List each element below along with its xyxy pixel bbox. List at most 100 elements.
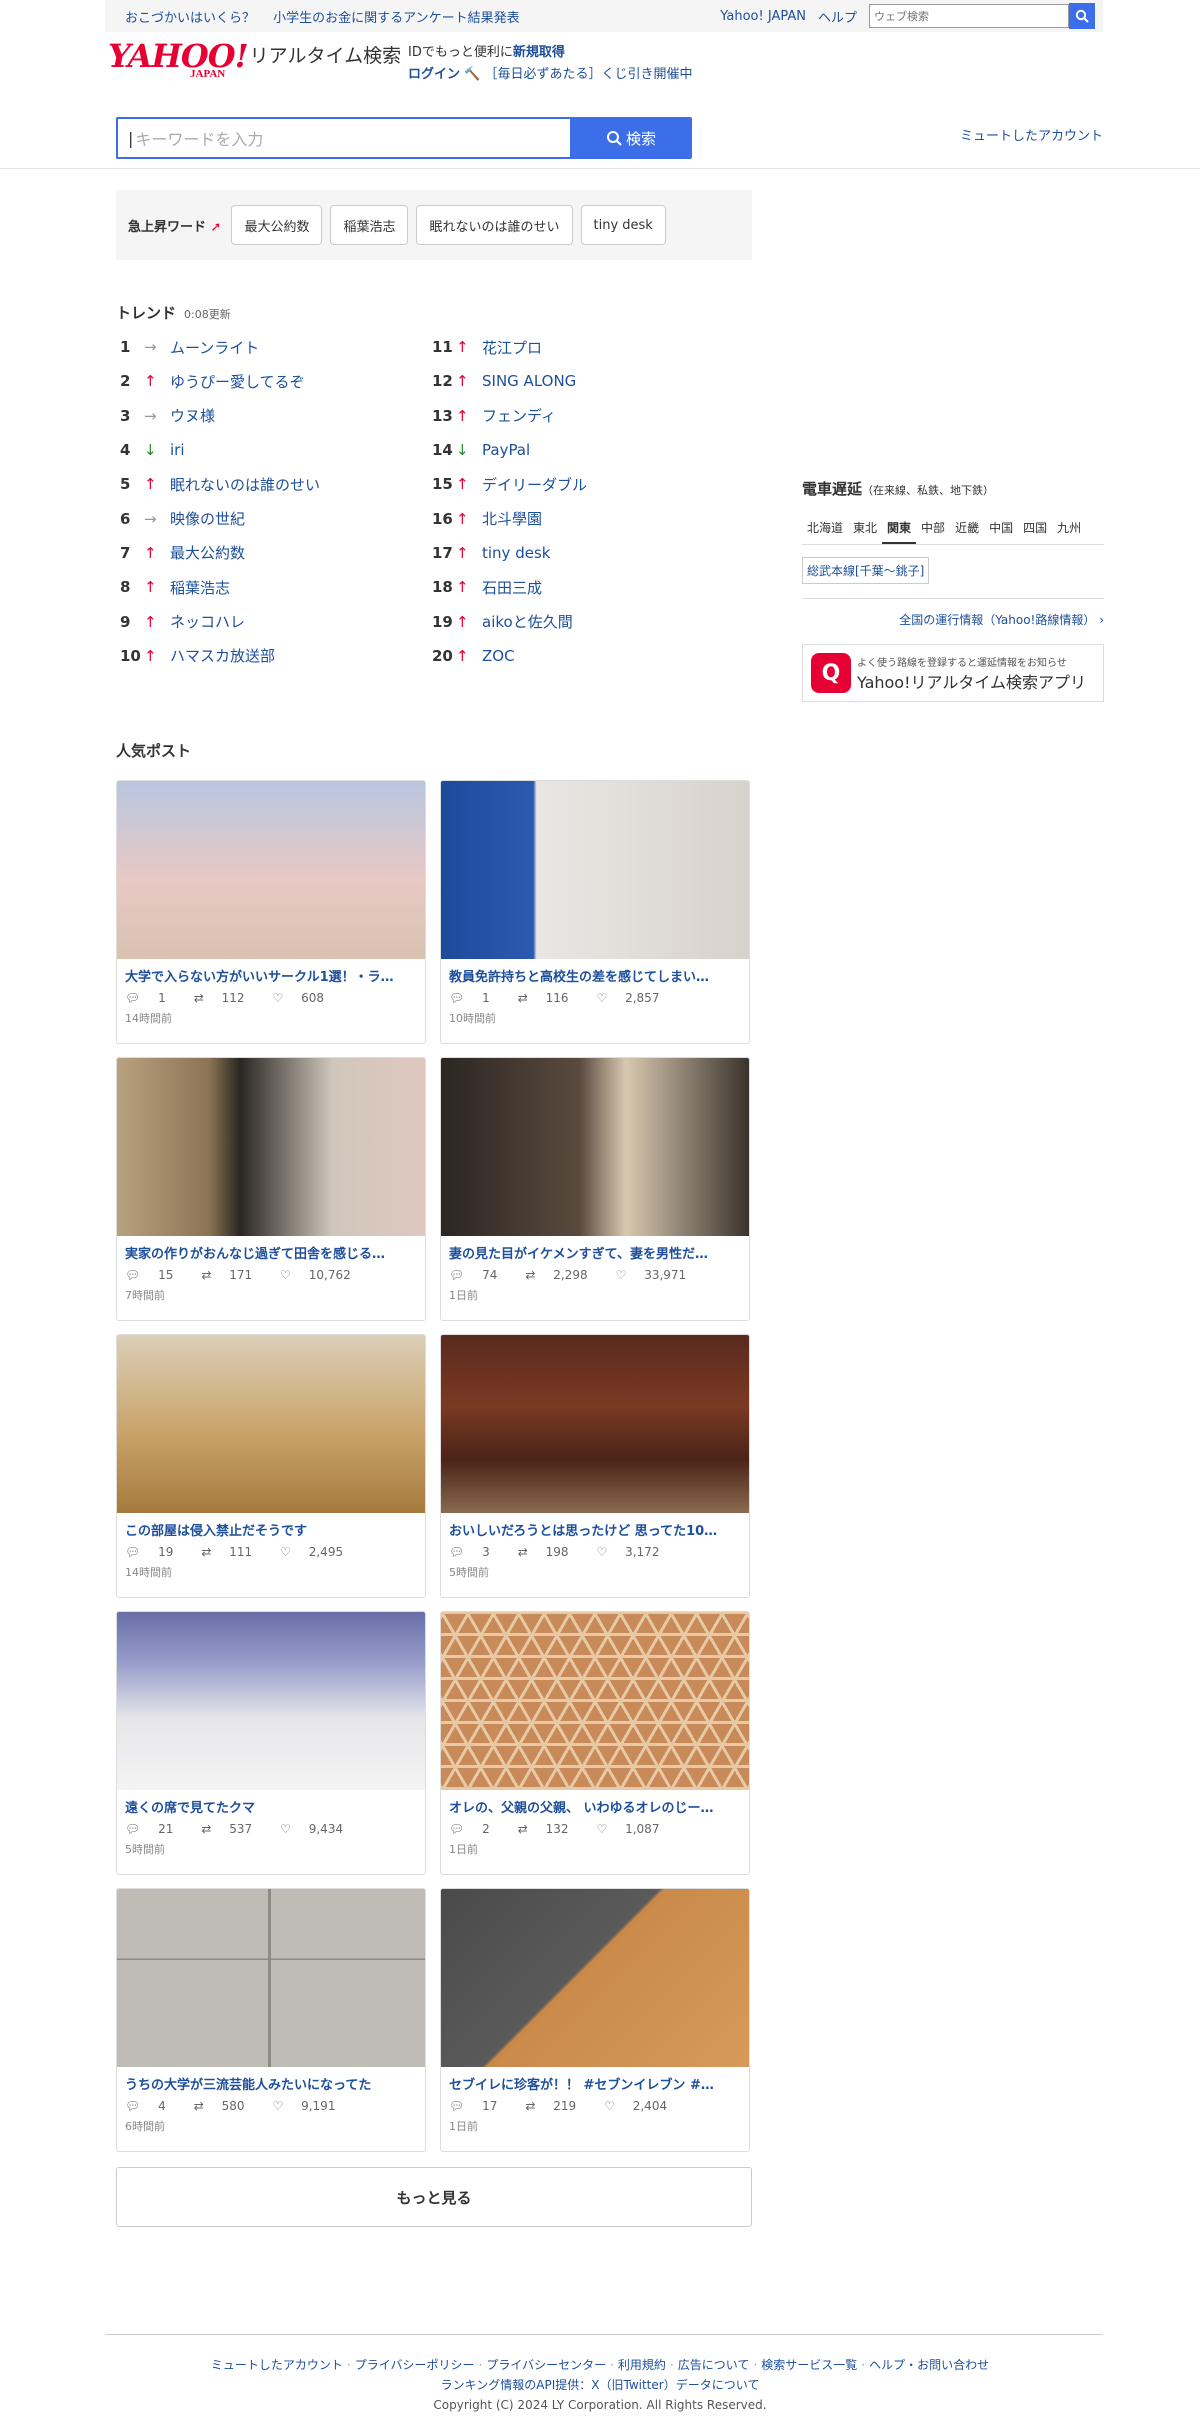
rising-word-chip[interactable]: 眠れないのは誰のせい: [416, 205, 573, 245]
region-tab[interactable]: 四国: [1018, 513, 1052, 544]
trend-item[interactable]: 18 ↑ 石田三成: [432, 570, 732, 604]
promo-link-survey[interactable]: 小学生のお金に関するアンケート結果発表: [273, 11, 519, 26]
post-card[interactable]: セブイレに珍客が！！ #セブンイレブン #… 💬︎ 17 ⇄ 219 ♡ 2,404 1…: [440, 1888, 750, 2152]
group-photo-image[interactable]: [117, 781, 425, 959]
trend-word[interactable]: SING ALONG: [482, 372, 576, 390]
post-title[interactable]: この部屋は侵入禁止だそうです: [125, 1520, 417, 1539]
post-title[interactable]: おいしいだろうとは思ったけど 思ってた10…: [449, 1520, 741, 1539]
signup-link[interactable]: 新規取得: [513, 45, 565, 60]
trend-item[interactable]: 6 → 映像の世紀: [120, 501, 420, 535]
api-info-link[interactable]: ランキング情報のAPI提供：X（旧Twitter）データについて: [441, 2378, 760, 2392]
trend-word[interactable]: tiny desk: [482, 544, 550, 562]
trend-item[interactable]: 16 ↑ 北斗學園: [432, 501, 732, 535]
post-card[interactable]: 大学で入らない方がいいサークル1選！・ラ… 💬︎ 1 ⇄ 112 ♡ 608 14時間前: [116, 780, 426, 1044]
post-title[interactable]: うちの大学が三流芸能人みたいになってた: [125, 2074, 417, 2093]
trend-word[interactable]: 石田三成: [482, 577, 542, 598]
promo-link-allowance[interactable]: おこづかいはいくら？: [125, 11, 255, 26]
post-title[interactable]: 遠くの席で見てたクマ: [125, 1797, 417, 1816]
trend-item[interactable]: 8 ↑ 稲葉浩志: [120, 570, 420, 604]
room-image[interactable]: [117, 1058, 425, 1236]
tiles-image[interactable]: [117, 1889, 425, 2067]
trend-word[interactable]: ウヌ様: [170, 405, 215, 426]
post-card[interactable]: オレの、父親の父親、 いわゆるオレのじー… 💬︎ 2 ⇄ 132 ♡ 1,087 1日前: [440, 1611, 750, 1875]
trend-item[interactable]: 19 ↑ aikoと佐久間: [432, 604, 732, 638]
post-card[interactable]: この部屋は侵入禁止だそうです 💬︎ 19 ⇄ 111 ♡ 2,495 14時間前: [116, 1334, 426, 1598]
search-button[interactable]: 検索: [570, 117, 692, 159]
post-title[interactable]: オレの、父親の父親、 いわゆるオレのじー…: [449, 1797, 741, 1816]
trend-word[interactable]: 北斗學園: [482, 508, 542, 529]
post-title[interactable]: 妻の見た目がイケメンすぎて、妻を男性だ…: [449, 1243, 741, 1262]
trend-item[interactable]: 15 ↑ デイリーダブル: [432, 467, 732, 501]
post-card[interactable]: 教員免許持ちと高校生の差を感じてしまい… 💬︎ 1 ⇄ 116 ♡ 2,857 10時間…: [440, 780, 750, 1044]
region-tab[interactable]: 関東: [882, 513, 917, 544]
footer-link[interactable]: 検索サービス一覧: [761, 2358, 857, 2372]
portrait-image[interactable]: [441, 781, 749, 959]
region-tab[interactable]: 中国: [984, 513, 1018, 544]
trend-item[interactable]: 1 → ムーンライト: [120, 330, 420, 364]
post-card[interactable]: うちの大学が三流芸能人みたいになってた 💬︎ 4 ⇄ 580 ♡ 9,191 6時間前: [116, 1888, 426, 2152]
chocolate-image[interactable]: [441, 1335, 749, 1513]
trend-word[interactable]: iri: [170, 441, 185, 459]
post-card[interactable]: おいしいだろうとは思ったけど 思ってた10… 💬︎ 3 ⇄ 198 ♡ 3,172 5時…: [440, 1334, 750, 1598]
footer-link[interactable]: ヘルプ・お問い合わせ: [869, 2358, 989, 2372]
search-input[interactable]: | キーワードを入力: [116, 117, 570, 159]
trend-word[interactable]: ゆうぴー愛してるぞ: [170, 371, 305, 392]
trend-item[interactable]: 12 ↑ SING ALONG: [432, 364, 732, 398]
trend-word[interactable]: デイリーダブル: [482, 474, 587, 495]
person-image[interactable]: [441, 1058, 749, 1236]
trend-item[interactable]: 9 ↑ ネッコハレ: [120, 604, 420, 638]
lattice-image[interactable]: [441, 1612, 749, 1790]
post-card[interactable]: 妻の見た目がイケメンすぎて、妻を男性だ… 💬︎ 74 ⇄ 2,298 ♡ 33,971…: [440, 1057, 750, 1321]
trend-item[interactable]: 17 ↑ tiny desk: [432, 536, 732, 570]
trend-item[interactable]: 14 ↓ PayPal: [432, 433, 732, 467]
trend-item[interactable]: 2 ↑ ゆうぴー愛してるぞ: [120, 364, 420, 398]
yahoo-japan-link[interactable]: Yahoo! JAPAN: [720, 9, 806, 24]
trend-item[interactable]: 11 ↑ 花江プロ: [432, 330, 732, 364]
trend-word[interactable]: ZOC: [482, 647, 515, 665]
trend-word[interactable]: ネッコハレ: [170, 611, 245, 632]
trend-word[interactable]: 映像の世紀: [170, 508, 245, 529]
post-title[interactable]: 実家の作りがおんなじ過ぎて田舎を感じる…: [125, 1243, 417, 1262]
region-tab[interactable]: 九州: [1052, 513, 1086, 544]
lottery-link[interactable]: ［毎日必ずあたる］くじ引き開催中: [484, 67, 692, 82]
trend-word[interactable]: フェンディ: [482, 405, 556, 426]
post-card[interactable]: 遠くの席で見てたクマ 💬︎ 21 ⇄ 537 ♡ 9,434 5時間前: [116, 1611, 426, 1875]
trend-item[interactable]: 13 ↑ フェンディ: [432, 399, 732, 433]
rising-word-chip[interactable]: 最大公約数: [231, 205, 323, 245]
rising-word-chip[interactable]: tiny desk: [580, 205, 666, 245]
trend-item[interactable]: 7 ↑ 最大公約数: [120, 536, 420, 570]
doormat-image[interactable]: [441, 1889, 749, 2067]
muted-accounts-link[interactable]: ミュートしたアカウント: [960, 125, 1103, 144]
trend-word[interactable]: aikoと佐久間: [482, 611, 573, 632]
trend-word[interactable]: ムーンライト: [170, 337, 259, 358]
trend-word[interactable]: 眠れないのは誰のせい: [170, 474, 320, 495]
login-link[interactable]: ログイン: [408, 67, 460, 82]
cat-image[interactable]: [117, 1335, 425, 1513]
more-button[interactable]: もっと見る: [116, 2167, 752, 2227]
footer-link[interactable]: ミュートしたアカウント: [211, 2358, 343, 2372]
footer-link[interactable]: プライバシーセンター: [486, 2358, 606, 2372]
trend-word[interactable]: 最大公約数: [170, 542, 245, 563]
web-search-input[interactable]: [869, 4, 1069, 28]
post-title[interactable]: セブイレに珍客が！！ #セブンイレブン #…: [449, 2074, 741, 2093]
rising-word-chip[interactable]: 稲葉浩志: [330, 205, 409, 245]
trend-word[interactable]: 稲葉浩志: [170, 577, 230, 598]
web-search-button[interactable]: [1069, 3, 1095, 29]
trend-word[interactable]: 花江プロ: [482, 337, 542, 358]
trend-item[interactable]: 10 ↑ ハマスカ放送部: [120, 639, 420, 673]
trend-word[interactable]: PayPal: [482, 441, 530, 459]
trend-item[interactable]: 20 ↑ ZOC: [432, 639, 732, 673]
post-card[interactable]: 実家の作りがおんなじ過ぎて田舎を感じる… 💬︎ 15 ⇄ 171 ♡ 10,762 7時…: [116, 1057, 426, 1321]
region-tab[interactable]: 近畿: [950, 513, 984, 544]
manga-image[interactable]: [117, 1612, 425, 1790]
region-tab[interactable]: 東北: [848, 513, 882, 544]
region-tab[interactable]: 北海道: [802, 513, 848, 544]
trend-item[interactable]: 4 ↓ iri: [120, 433, 420, 467]
footer-link[interactable]: 広告について: [678, 2358, 750, 2372]
region-tab[interactable]: 中部: [916, 513, 950, 544]
delayed-line-link[interactable]: 総武本線[千葉〜銚子]: [802, 557, 930, 584]
trend-item[interactable]: 3 → ウヌ様: [120, 399, 420, 433]
footer-link[interactable]: 利用規約: [618, 2358, 666, 2372]
app-banner[interactable]: Q よく使う路線を登録すると運延情報をお知らせ Yahoo!リアルタイム検索アプ…: [802, 644, 1104, 702]
site-logo[interactable]: YAHOO! JAPAN リアルタイム検索: [108, 40, 401, 80]
